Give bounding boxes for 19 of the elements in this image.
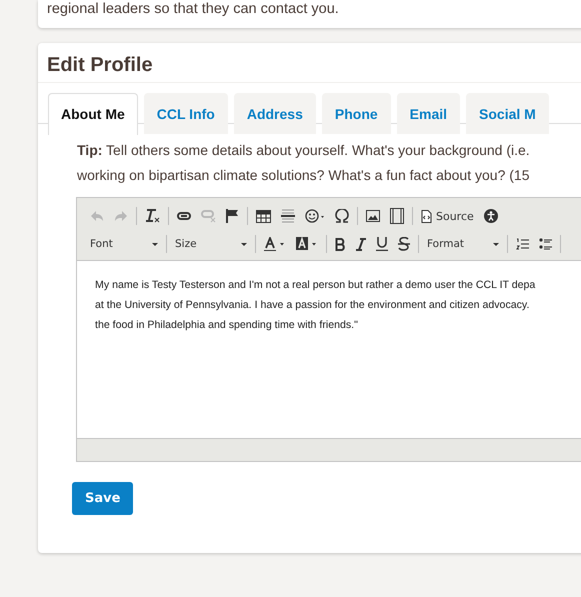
document-code-icon [421, 210, 432, 222]
tip-text: working on bipartisan climate solutions? What's a fun fact about you? (15 [77, 166, 530, 185]
tab[interactable]: Address [234, 93, 316, 134]
tab[interactable]: About Me [48, 93, 138, 135]
tab[interactable]: CCL Info [144, 93, 228, 134]
editor-text: at the University of Pennsylvania. I have a passion for the environment and citizen advocacy. [95, 298, 530, 313]
section-title: Edit Profile [38, 43, 581, 83]
tab[interactable]: Email [396, 93, 460, 134]
intro-text: regional leaders so that they can contact you. [46, 0, 340, 18]
tab[interactable]: Social M [466, 93, 549, 134]
tip-text: Tip: Tell others some details about yourself. What's your background (i.e. [77, 141, 531, 160]
editor-text: My name is Testy Testerson and I'm not a real person but rather a demo user the CCL IT depa [95, 278, 536, 293]
editor-text: the food in Philadelphia and spending time with friends." [95, 318, 359, 333]
tab[interactable]: Phone [322, 93, 391, 134]
source-button[interactable]: Source [416, 210, 479, 222]
save-button[interactable]: Save [72, 482, 134, 515]
dropdown[interactable]: Format [422, 238, 504, 250]
dropdown[interactable]: Font [85, 238, 163, 250]
dropdown[interactable]: Size [170, 238, 252, 250]
